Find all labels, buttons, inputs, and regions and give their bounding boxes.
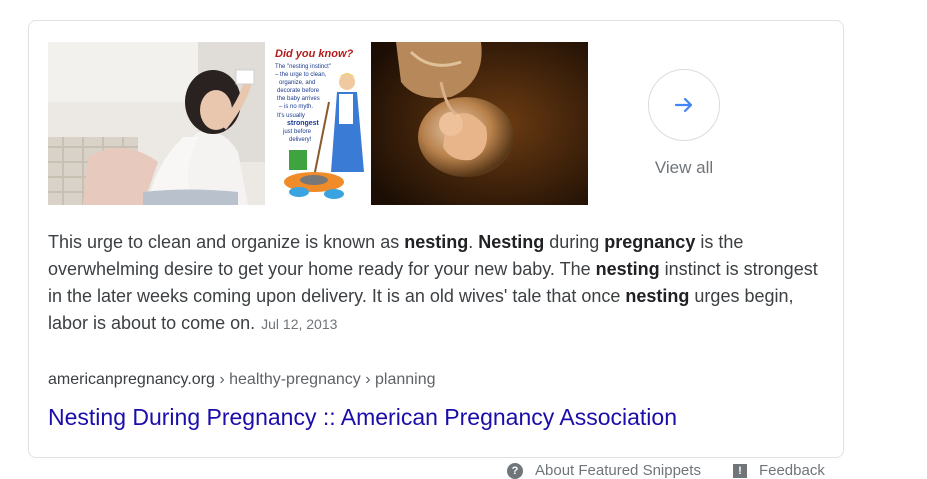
image-thumbnail-2[interactable]: Did you know? The "nesting instinct" – t… bbox=[269, 42, 367, 205]
help-icon: ? bbox=[507, 462, 523, 479]
cartoon-line: It's usually bbox=[277, 113, 305, 119]
cartoon-heading: Did you know? bbox=[275, 48, 354, 60]
result-title-link[interactable]: Nesting During Pregnancy :: American Pre… bbox=[48, 404, 677, 431]
feedback-label: Feedback bbox=[758, 462, 825, 479]
image-thumbnail-1[interactable] bbox=[48, 42, 265, 205]
view-all-button[interactable] bbox=[648, 69, 720, 141]
image-thumbnail-3[interactable] bbox=[371, 42, 588, 205]
about-featured-snippets-label: About Featured Snippets bbox=[535, 462, 701, 479]
snippet-text: This urge to clean and organize is known… bbox=[48, 229, 818, 338]
snippet-keyword: Nesting bbox=[478, 232, 545, 252]
snippet-keyword: pregnancy bbox=[604, 232, 696, 252]
snippet-footer: ? About Featured Snippets ! Feedback bbox=[507, 462, 825, 479]
cartoon-line: – is no myth. bbox=[279, 104, 313, 110]
cartoon-line: the baby arrives bbox=[277, 96, 320, 102]
source-url: americanpregnancy.org › healthy-pregnanc… bbox=[48, 371, 435, 389]
arrow-right-icon bbox=[674, 97, 693, 113]
cartoon-line: decorate before bbox=[277, 88, 320, 94]
cartoon-line: delivery! bbox=[289, 137, 312, 143]
snippet-keyword: nesting bbox=[625, 286, 690, 306]
cartoon-line: organize, and bbox=[279, 80, 315, 86]
source-domain: americanpregnancy.org bbox=[48, 371, 215, 388]
feedback-icon: ! bbox=[732, 463, 747, 478]
snippet-keyword: nesting bbox=[404, 232, 469, 252]
featured-snippet-card: Did you know? The "nesting instinct" – t… bbox=[28, 20, 844, 458]
source-breadcrumb: › healthy-pregnancy › planning bbox=[214, 371, 436, 388]
cartoon-line: – the urge to clean, bbox=[275, 72, 327, 78]
snippet-fragment: . bbox=[468, 232, 479, 252]
snippet-fragment: during bbox=[544, 232, 605, 252]
snippet-fragment: This urge to clean and organize is known… bbox=[48, 232, 405, 252]
feedback-link[interactable]: ! Feedback bbox=[732, 462, 825, 479]
cartoon-line: The "nesting instinct" bbox=[275, 64, 331, 70]
about-featured-snippets-link[interactable]: ? About Featured Snippets bbox=[507, 462, 701, 479]
cartoon-line: just before bbox=[282, 129, 312, 135]
snippet-date: Jul 12, 2013 bbox=[261, 316, 338, 332]
view-all-label[interactable]: View all bbox=[629, 158, 739, 178]
cartoon-line: strongest bbox=[287, 120, 320, 127]
snippet-keyword: nesting bbox=[595, 259, 660, 279]
